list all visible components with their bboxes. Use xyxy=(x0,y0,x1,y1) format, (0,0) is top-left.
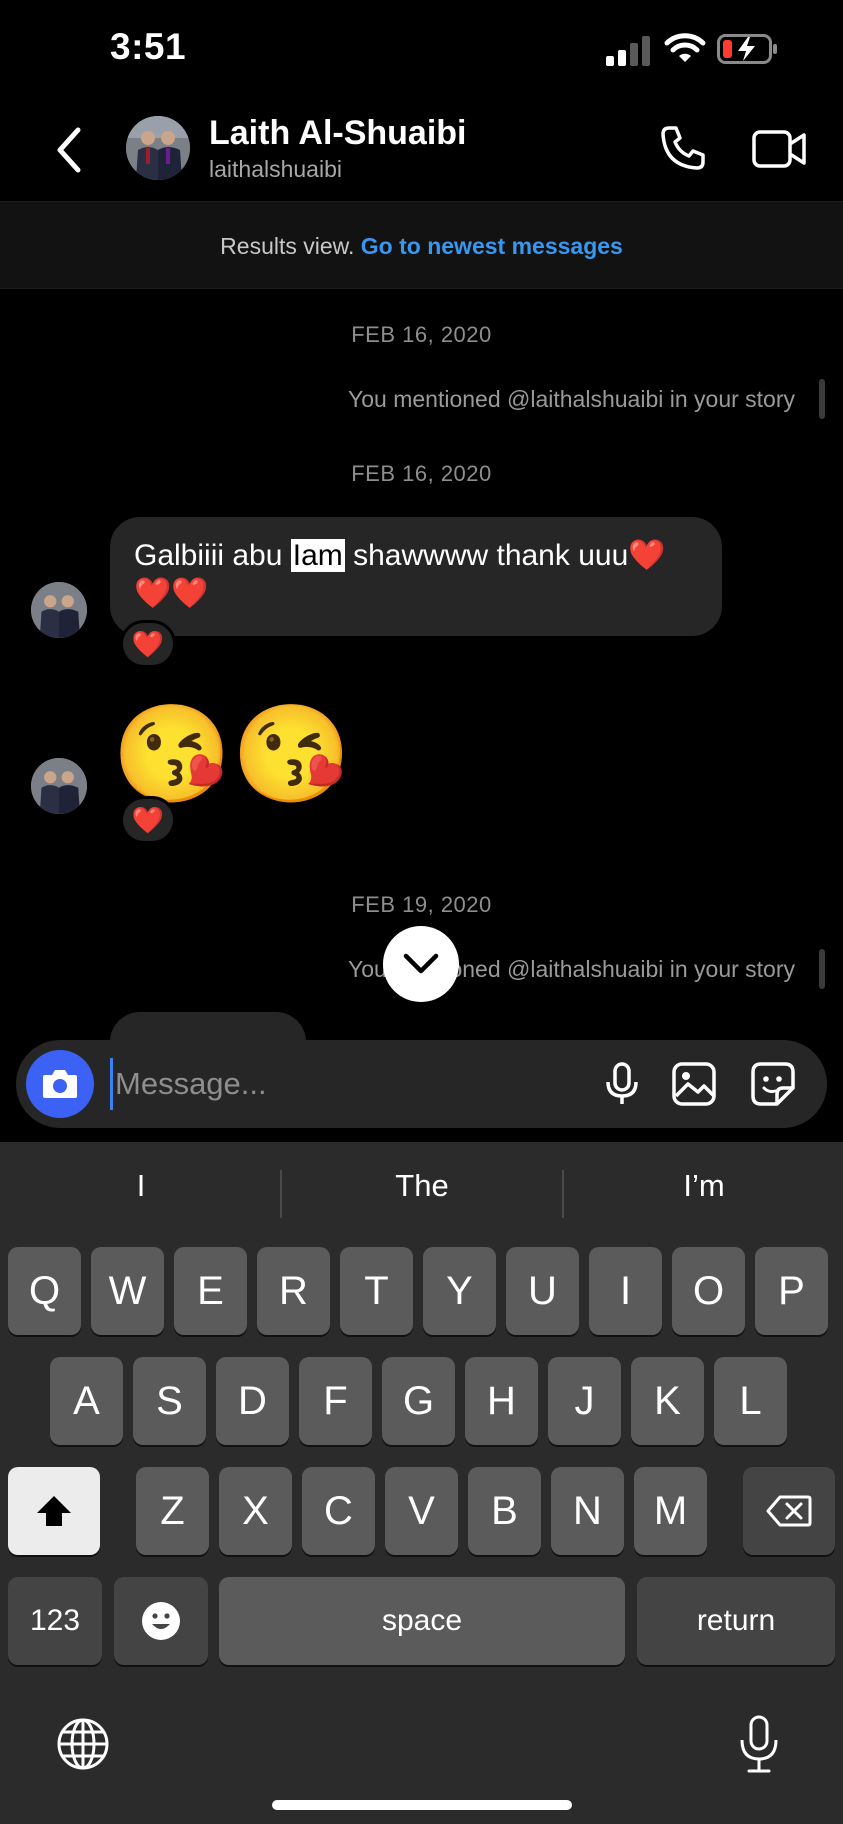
keyboard: I The I’m Q W E R T Y U I O P A S D F G … xyxy=(0,1142,843,1824)
key-d[interactable]: D xyxy=(216,1357,289,1445)
key-o[interactable]: O xyxy=(672,1247,745,1335)
story-reply-bar xyxy=(819,379,825,419)
microphone-icon[interactable] xyxy=(598,1060,646,1108)
key-b[interactable]: B xyxy=(468,1467,541,1555)
message-composer xyxy=(16,1040,827,1128)
story-mention-notice[interactable]: You mentioned @laithalshuaibi in your st… xyxy=(348,386,795,413)
backspace-icon xyxy=(766,1495,812,1527)
key-e[interactable]: E xyxy=(174,1247,247,1335)
contact-name[interactable]: Laith Al-Shuaibi xyxy=(209,114,467,153)
video-call-icon[interactable] xyxy=(752,126,806,172)
message-bubble[interactable]: Galbiiii abu Iam shawwww thank uuu❤️❤️❤️ xyxy=(110,517,722,636)
date-separator: FEB 19, 2020 xyxy=(351,892,492,917)
key-z[interactable]: Z xyxy=(136,1467,209,1555)
shift-arrow-icon xyxy=(37,1496,71,1526)
cellular-signal-icon xyxy=(606,36,650,66)
numbers-key[interactable]: 123 xyxy=(8,1577,102,1665)
status-bar: 3:51 xyxy=(0,0,843,100)
key-g[interactable]: G xyxy=(382,1357,455,1445)
key-a[interactable]: A xyxy=(50,1357,123,1445)
predictive-suggestions: I The I’m xyxy=(0,1142,843,1242)
date-separator: FEB 16, 2020 xyxy=(351,322,492,347)
date-separator: FEB 16, 2020 xyxy=(351,461,492,486)
key-r[interactable]: R xyxy=(257,1247,330,1335)
key-t[interactable]: T xyxy=(340,1247,413,1335)
dictation-microphone-icon[interactable] xyxy=(736,1714,782,1774)
sender-avatar[interactable] xyxy=(31,758,87,814)
key-p[interactable]: P xyxy=(755,1247,828,1335)
key-l[interactable]: L xyxy=(714,1357,787,1445)
story-reply-bar xyxy=(819,949,825,989)
key-h[interactable]: H xyxy=(465,1357,538,1445)
status-time: 3:51 xyxy=(110,26,187,67)
key-s[interactable]: S xyxy=(133,1357,206,1445)
back-chevron-icon[interactable] xyxy=(52,122,86,178)
contact-avatar[interactable] xyxy=(126,116,190,180)
key-m[interactable]: M xyxy=(634,1467,707,1555)
key-q[interactable]: Q xyxy=(8,1247,81,1335)
heart-reaction[interactable]: ❤️ xyxy=(120,796,176,844)
home-indicator[interactable] xyxy=(272,1800,572,1810)
key-y[interactable]: Y xyxy=(423,1247,496,1335)
key-v[interactable]: V xyxy=(385,1467,458,1555)
sender-avatar[interactable] xyxy=(31,582,87,638)
scroll-to-bottom-button[interactable] xyxy=(383,926,459,1002)
go-to-newest-messages-link[interactable]: Go to newest messages xyxy=(361,233,623,259)
key-w[interactable]: W xyxy=(91,1247,164,1335)
backspace-key[interactable] xyxy=(743,1467,835,1555)
emoji-key[interactable] xyxy=(114,1577,208,1665)
camera-button[interactable] xyxy=(26,1050,94,1118)
battery-low-charging-icon xyxy=(717,34,777,64)
gallery-icon[interactable] xyxy=(670,1060,718,1108)
camera-icon xyxy=(43,1070,77,1098)
key-c[interactable]: C xyxy=(302,1467,375,1555)
key-n[interactable]: N xyxy=(551,1467,624,1555)
heart-reaction[interactable]: ❤️ xyxy=(120,620,176,668)
message-input[interactable] xyxy=(110,1058,570,1110)
sticker-icon[interactable] xyxy=(749,1060,797,1108)
chat-header: Laith Al-Shuaibi laithalshuaibi xyxy=(0,100,843,200)
chevron-down-icon xyxy=(403,953,439,974)
results-view-label: Results view. xyxy=(220,233,355,259)
suggestion[interactable]: I’m xyxy=(564,1168,843,1204)
space-key[interactable]: space xyxy=(219,1577,625,1665)
phone-call-icon[interactable] xyxy=(659,124,707,172)
suggestion[interactable]: The xyxy=(282,1168,562,1204)
return-key[interactable]: return xyxy=(637,1577,835,1665)
key-f[interactable]: F xyxy=(299,1357,372,1445)
key-i[interactable]: I xyxy=(589,1247,662,1335)
globe-icon[interactable] xyxy=(56,1717,110,1771)
results-view-banner: Results view. Go to newest messages xyxy=(0,201,843,289)
key-k[interactable]: K xyxy=(631,1357,704,1445)
message-text-pre: Galbiiii abu xyxy=(134,539,291,572)
contact-username[interactable]: laithalshuaibi xyxy=(209,156,342,183)
emoji-message[interactable]: 😘😘 xyxy=(112,700,351,810)
wifi-icon xyxy=(664,33,706,62)
search-highlight: Iam xyxy=(290,539,345,572)
shift-key[interactable] xyxy=(8,1467,100,1555)
key-j[interactable]: J xyxy=(548,1357,621,1445)
key-x[interactable]: X xyxy=(219,1467,292,1555)
suggestion[interactable]: I xyxy=(1,1168,281,1204)
key-u[interactable]: U xyxy=(506,1247,579,1335)
emoji-smiley-icon xyxy=(142,1602,180,1640)
